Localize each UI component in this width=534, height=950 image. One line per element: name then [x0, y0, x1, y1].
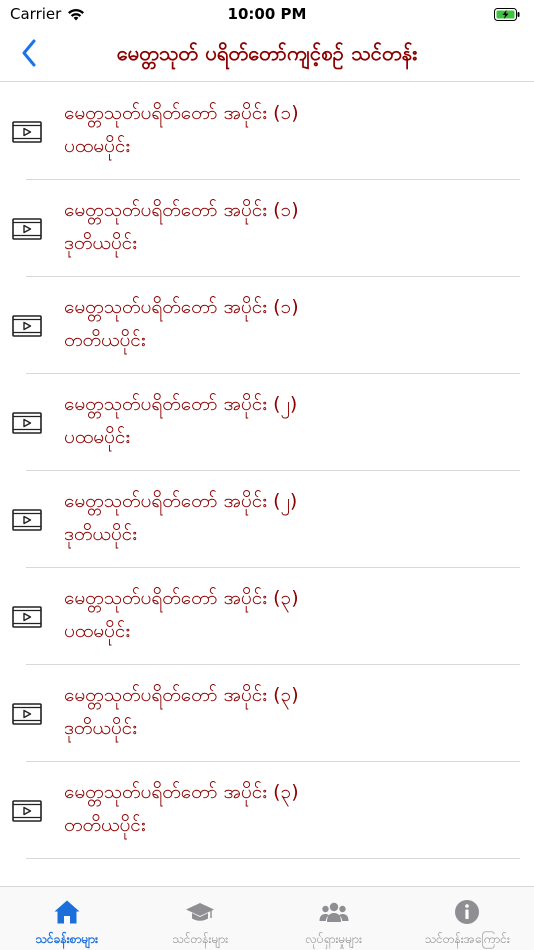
group-icon — [319, 898, 349, 926]
video-icon — [12, 800, 42, 822]
lesson-text: မေတ္တသုတ်ပရိတ်တော် အပိုင်း (၃) ပထမပိုင်း — [64, 582, 299, 648]
lesson-subtitle: ပထမပိုင်း — [64, 135, 131, 157]
lesson-text: မေတ္တသုတ်ပရိတ်တော် အပိုင်း (၁) ပထမပိုင်း — [64, 97, 299, 163]
lesson-subtitle: ပထမပိုင်း — [64, 620, 131, 642]
lesson-row[interactable]: မေတ္တသုတ်ပရိတ်တော် အပိုင်း (၁) ဒုတိယပိုင… — [0, 180, 534, 277]
navigation-bar: မေတ္တသုတ် ပရိတ်တော်ကျင့်စဉ် သင်တန်း — [0, 28, 534, 82]
back-button[interactable] — [14, 39, 44, 71]
lesson-subtitle: ဒုတိယပိုင်း — [64, 717, 138, 739]
tab-label: သင်တန်းများ — [172, 932, 229, 946]
lesson-text: မေတ္တသုတ်ပရိတ်တော် အပိုင်း (၂) ဒုတိယပိုင… — [64, 485, 297, 551]
video-icon — [12, 121, 42, 143]
tab-bar: သင်ခန်းစာများ သင်တန်းများ လုပ်ရှားမှုမျာ… — [0, 886, 534, 950]
wifi-icon — [67, 8, 85, 21]
app-screen: Carrier 10:00 PM မေတ္တသုတ် ပရိတ်တော်ကျင့… — [0, 0, 534, 950]
lesson-title: မေတ္တသုတ်ပရိတ်တော် အပိုင်း (၂) — [64, 393, 298, 415]
video-icon — [12, 703, 42, 725]
lesson-subtitle: တတိယပိုင်း — [64, 814, 146, 836]
lesson-subtitle: ဒုတိယပိုင်း — [64, 523, 138, 545]
battery-charging-icon — [494, 7, 520, 21]
lesson-text: မေတ္တသုတ်ပရိတ်တော် အပိုင်း (၃) ဒုတိယပိုင… — [64, 679, 299, 745]
info-icon — [452, 898, 482, 926]
tab-activities[interactable]: လုပ်ရှားမှုများ — [267, 887, 401, 950]
video-icon — [12, 412, 42, 434]
page-title: မေတ္တသုတ် ပရိတ်တော်ကျင့်စဉ် သင်တန်း — [116, 40, 418, 65]
lesson-row[interactable]: မေတ္တသုတ်ပရိတ်တော် အပိုင်း (၂) ပထမပိုင်း — [0, 374, 534, 471]
lesson-row[interactable]: မေတ္တသုတ်ပရိတ်တော် အပိုင်း (၃) ဒုတိယပိုင… — [0, 665, 534, 762]
video-icon — [12, 218, 42, 240]
video-icon — [12, 509, 42, 531]
video-icon — [12, 315, 42, 337]
lesson-title: မေတ္တသုတ်ပရိတ်တော် အပိုင်း (၁) — [64, 296, 299, 318]
lesson-row[interactable]: မေတ္တသုတ်ပရိတ်တော် အပိုင်း (၁) ပထမပိုင်း — [0, 83, 534, 180]
video-icon — [12, 606, 42, 628]
lesson-text: မေတ္တသုတ်ပရိတ်တော် အပိုင်း (၁) တတိယပိုင်… — [64, 291, 299, 357]
tab-label: သင်ခန်းစာများ — [35, 932, 99, 946]
lesson-subtitle: ဒုတိယပိုင်း — [64, 232, 138, 254]
lesson-title: မေတ္တသုတ်ပရိတ်တော် အပိုင်း (၃) — [64, 684, 299, 706]
status-left: Carrier — [10, 5, 85, 23]
lesson-text: မေတ္တသုတ်ပရိတ်တော် အပိုင်း (၁) ဒုတိယပိုင… — [64, 194, 299, 260]
tab-label: လုပ်ရှားမှုများ — [305, 932, 363, 946]
lesson-row[interactable]: မေတ္တသုတ်ပရိတ်တော် အပိုင်း (၁) တတိယပိုင်… — [0, 277, 534, 374]
lesson-row[interactable]: မေတ္တသုတ်ပရိတ်တော် အပိုင်း (၂) ဒုတိယပိုင… — [0, 471, 534, 568]
tab-label: သင်တန်းအကြောင်း — [424, 932, 510, 946]
lesson-row[interactable]: မေတ္တသုတ်ပရိတ်တော် အပိုင်း (၃) တတိယပိုင်… — [0, 762, 534, 859]
tab-lessons[interactable]: သင်ခန်းစာများ — [0, 887, 134, 950]
lesson-title: မေတ္တသုတ်ပရိတ်တော် အပိုင်း (၁) — [64, 199, 299, 221]
lesson-list: မေတ္တသုတ်ပရိတ်တော် အပိုင်း (၁) ပထမပိုင်း… — [0, 83, 534, 859]
chevron-left-icon — [21, 39, 37, 71]
tab-courses[interactable]: သင်တန်းများ — [134, 887, 268, 950]
lesson-subtitle: ပထမပိုင်း — [64, 426, 131, 448]
lesson-title: မေတ္တသုတ်ပရိတ်တော် အပိုင်း (၃) — [64, 587, 299, 609]
graduation-cap-icon — [185, 898, 215, 926]
lesson-title: မေတ္တသုတ်ပရိတ်တော် အပိုင်း (၃) — [64, 781, 299, 803]
lesson-title: မေတ္တသုတ်ပရိတ်တော် အပိုင်း (၁) — [64, 102, 299, 124]
lesson-title: မေတ္တသုတ်ပရိတ်တော် အပိုင်း (၂) — [64, 490, 298, 512]
lesson-text: မေတ္တသုတ်ပရိတ်တော် အပိုင်း (၃) တတိယပိုင်… — [64, 776, 299, 842]
lesson-text: မေတ္တသုတ်ပရိတ်တော် အပိုင်း (၂) ပထမပိုင်း — [64, 388, 297, 454]
home-icon — [52, 898, 82, 926]
lesson-subtitle: တတိယပိုင်း — [64, 329, 146, 351]
status-bar: Carrier 10:00 PM — [0, 0, 534, 28]
tab-about[interactable]: သင်တန်းအကြောင်း — [401, 887, 534, 950]
carrier-label: Carrier — [10, 5, 62, 23]
lesson-row[interactable]: မေတ္တသုတ်ပရိတ်တော် အပိုင်း (၃) ပထမပိုင်း — [0, 568, 534, 665]
